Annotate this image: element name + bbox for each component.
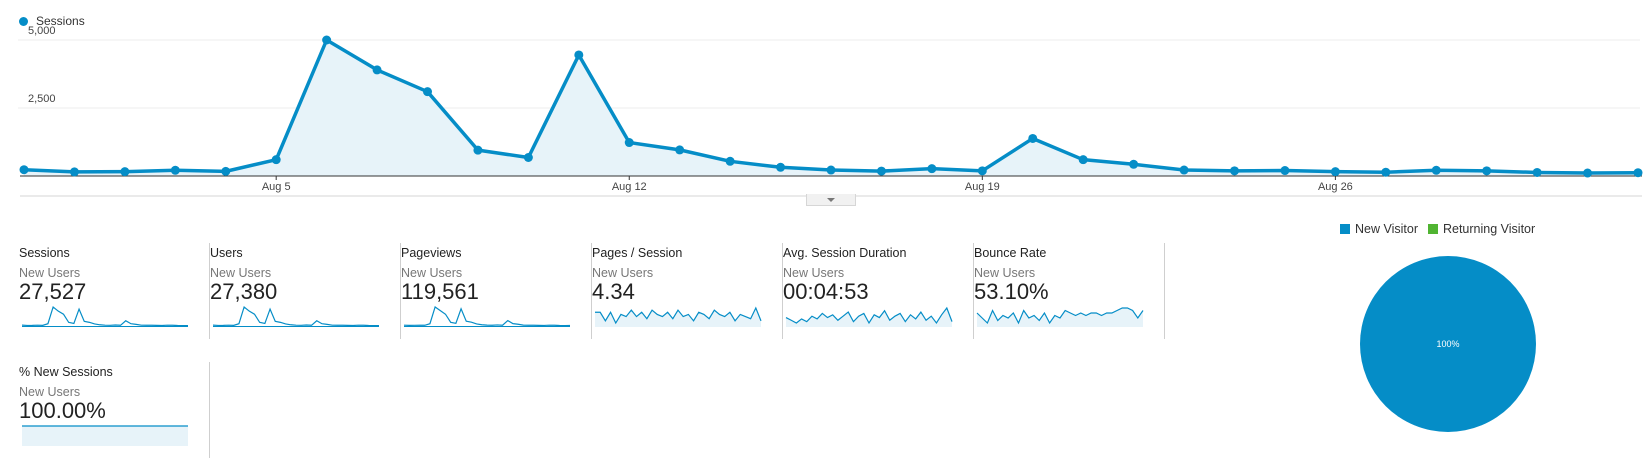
data-point[interactable] [826, 165, 836, 175]
metric-value: 4.34 [592, 279, 635, 304]
data-point[interactable] [574, 50, 584, 60]
metric-value: 53.10% [974, 279, 1049, 304]
metric-sparkline [403, 306, 571, 327]
data-point[interactable] [927, 164, 937, 174]
metric-segment-label: New Users [592, 266, 654, 280]
data-point[interactable] [1078, 155, 1088, 165]
metric-segment-label: New Users [783, 266, 845, 280]
data-point[interactable] [1431, 165, 1441, 175]
metric-segment-label: New Users [974, 266, 1036, 280]
data-point[interactable] [977, 166, 987, 176]
metric-tile[interactable]: Pages / Session New Users 4.34 [592, 243, 783, 339]
returning-visitor-swatch [1427, 224, 1438, 234]
metric-tile[interactable]: % New Sessions New Users 100.00% [19, 362, 210, 458]
data-point[interactable] [725, 156, 735, 166]
metric-tile[interactable]: Sessions New Users 27,527 [19, 243, 210, 339]
metric-tile[interactable]: Pageviews New Users 119,561 [401, 243, 592, 339]
data-point[interactable] [221, 166, 231, 176]
data-point[interactable] [1532, 167, 1542, 177]
metric-sparkline [976, 307, 1144, 327]
metric-sparkline [21, 305, 189, 327]
data-point[interactable] [1129, 159, 1139, 169]
metric-value: 27,380 [210, 279, 278, 304]
x-tick-label: Aug 26 [1318, 181, 1353, 193]
visitor-type-pie-chart[interactable]: 100% [1353, 256, 1543, 446]
data-point[interactable] [1230, 166, 1239, 176]
sparkline-line [403, 306, 571, 327]
data-point[interactable] [372, 65, 382, 75]
metric-sparkline [22, 425, 188, 446]
metric-value: 00:04:53 [783, 279, 869, 304]
metric-title: Pages / Session [592, 246, 683, 260]
metric-tile[interactable]: Avg. Session Duration New Users 00:04:53 [783, 243, 974, 339]
data-point[interactable] [271, 155, 281, 165]
metric-title: Sessions [19, 246, 70, 260]
y-tick-label: 2,500 [28, 93, 56, 105]
data-point[interactable] [1179, 165, 1189, 175]
sparkline-area [22, 426, 188, 446]
data-point[interactable] [523, 153, 533, 163]
x-tick-label: Aug 5 [262, 181, 291, 193]
collapse-chart-toggle[interactable] [806, 194, 856, 206]
chevron-down-icon [827, 197, 835, 202]
pie-slice-label: 100% [1436, 339, 1459, 349]
metric-segment-label: New Users [401, 266, 463, 280]
metric-segment-label: New Users [19, 385, 81, 399]
x-tick-label: Aug 12 [612, 181, 647, 193]
pie-legend: New Visitor Returning Visitor [1340, 222, 1535, 236]
metric-segment-label: New Users [210, 266, 272, 280]
metric-title: Bounce Rate [974, 246, 1047, 260]
new-visitor-swatch [1340, 224, 1350, 234]
metric-title: Users [210, 246, 243, 260]
data-point[interactable] [1280, 166, 1290, 176]
data-point[interactable] [19, 165, 29, 175]
data-point[interactable] [876, 166, 886, 176]
metric-value: 119,561 [401, 279, 479, 304]
data-point[interactable] [1028, 133, 1038, 143]
metric-value: 100.00% [19, 398, 106, 423]
pie-legend-label: New Visitor [1355, 222, 1418, 236]
data-point[interactable] [675, 145, 685, 155]
data-point[interactable] [1633, 168, 1643, 178]
sessions-line [23, 38, 1639, 175]
metric-value: 27,527 [19, 279, 87, 304]
metric-sparkline [595, 306, 762, 327]
metric-sparkline [212, 305, 380, 327]
data-point[interactable] [1330, 167, 1340, 177]
data-point[interactable] [170, 165, 180, 175]
data-point[interactable] [1381, 167, 1391, 177]
pie-legend-item-returning-visitor[interactable]: Returning Visitor [1427, 222, 1536, 236]
pie-legend-label: Returning Visitor [1442, 222, 1536, 236]
pie-legend-item-new-visitor[interactable]: New Visitor [1340, 222, 1418, 236]
metric-title: Avg. Session Duration [783, 246, 907, 260]
metric-tile[interactable]: Users New Users 27,380 [210, 243, 401, 339]
data-point[interactable] [322, 35, 332, 45]
sessions-area-chart[interactable]: 5,000 2,500 Aug 5 Aug 12 Aug 19 Aug 26 [0, 0, 1647, 200]
metric-title: % New Sessions [19, 365, 113, 379]
sparkline-line [212, 305, 380, 327]
sparkline-line [21, 305, 189, 327]
metric-segment-label: New Users [19, 266, 81, 280]
data-point[interactable] [1482, 166, 1492, 176]
data-point[interactable] [423, 87, 432, 97]
metric-title: Pageviews [401, 246, 462, 260]
x-tick-label: Aug 19 [965, 181, 1000, 193]
data-point[interactable] [69, 167, 79, 177]
metric-sparkline [785, 306, 953, 327]
data-point[interactable] [120, 167, 130, 177]
data-point[interactable] [624, 138, 634, 148]
data-point[interactable] [776, 162, 786, 172]
data-point[interactable] [473, 145, 483, 155]
y-tick-label: 5,000 [28, 25, 56, 37]
data-point[interactable] [1583, 168, 1593, 178]
metric-tile[interactable]: Bounce Rate New Users 53.10% [974, 243, 1165, 339]
